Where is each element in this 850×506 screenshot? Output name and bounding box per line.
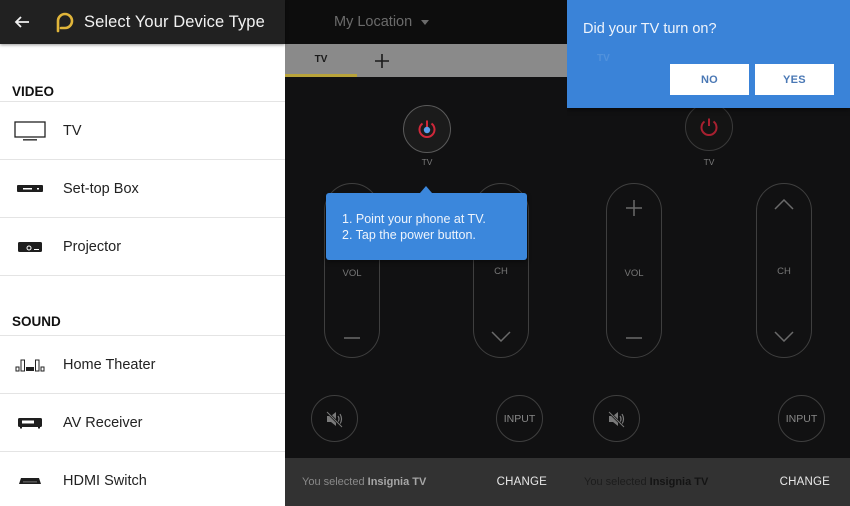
power-icon	[418, 120, 436, 138]
list-item-home-theater[interactable]: Home Theater	[0, 336, 285, 394]
change-device-button[interactable]: CHANGE	[780, 476, 830, 488]
tooltip-step-2: 2. Tap the power button.	[342, 227, 476, 242]
list-item-tv[interactable]: TV	[0, 102, 285, 160]
add-tab-button[interactable]	[357, 53, 407, 68]
selected-device-text: You selected Insignia TV	[584, 476, 708, 488]
device-type-panel: Select Your Device Type VIDEO TV Set-top…	[0, 0, 285, 506]
ch-label: CH	[494, 266, 508, 277]
vol-label: VOL	[342, 268, 362, 279]
list-item-label: Home Theater	[63, 356, 156, 373]
mute-icon	[325, 410, 343, 428]
volume-down-button[interactable]	[325, 336, 379, 340]
section-header-video: VIDEO	[12, 84, 55, 99]
power-button[interactable]	[403, 105, 451, 153]
volume-rocker[interactable]: VOL	[606, 183, 662, 358]
input-button[interactable]: INPUT	[496, 395, 543, 442]
volume-down-button[interactable]	[607, 336, 661, 340]
ch-label: CH	[777, 266, 791, 277]
yes-button[interactable]: YES	[755, 64, 834, 95]
video-device-list: TV Set-top Box Projector	[0, 101, 285, 276]
change-device-button[interactable]: CHANGE	[497, 476, 547, 488]
instruction-tooltip: 1. Point your phone at TV. 2. Tap the po…	[326, 186, 527, 260]
chevron-up-icon	[774, 199, 794, 210]
set-top-box-icon	[17, 184, 43, 192]
back-button[interactable]	[0, 0, 44, 44]
selected-prefix: You selected	[584, 476, 650, 488]
app-bar: Select Your Device Type	[0, 0, 285, 44]
power-label: TV	[421, 157, 433, 167]
list-item-label: AV Receiver	[63, 414, 143, 431]
power-icon	[700, 118, 718, 136]
list-item-set-top-box[interactable]: Set-top Box	[0, 160, 285, 218]
projector-icon	[18, 241, 42, 252]
list-item-label: Projector	[63, 238, 122, 255]
selected-device-name: Insignia TV	[649, 476, 709, 488]
selected-device-name: Insignia TV	[367, 476, 427, 488]
tooltip-step-1: 1. Point your phone at TV.	[342, 212, 486, 226]
confirm-panel: TV Did your TV turn on? NO YES TV VOL CH	[567, 0, 850, 506]
plus-icon	[626, 200, 642, 216]
caret-down-icon[interactable]	[421, 19, 430, 25]
device-tab-bar: TV	[285, 44, 567, 77]
plus-icon	[375, 53, 389, 68]
selected-device-text: You selected Insignia TV	[302, 476, 426, 488]
chevron-down-icon	[491, 331, 511, 342]
tv-on-confirm-dialog: TV Did your TV turn on? NO YES	[567, 0, 850, 108]
channel-down-button[interactable]	[757, 331, 811, 342]
power-button[interactable]	[685, 103, 733, 151]
channel-down-button[interactable]	[474, 331, 528, 342]
hdmi-switch-icon	[19, 477, 41, 484]
section-header-sound: SOUND	[12, 314, 61, 329]
mute-icon	[607, 410, 625, 428]
selected-device-bar: You selected Insignia TV CHANGE	[285, 458, 567, 506]
list-item-hdmi-switch[interactable]: HDMI Switch	[0, 452, 285, 506]
chevron-down-icon	[774, 331, 794, 342]
peel-logo-icon	[56, 12, 74, 33]
av-receiver-icon	[18, 417, 42, 428]
page-title: Select Your Device Type	[84, 12, 265, 31]
vol-label: VOL	[624, 268, 644, 279]
input-button[interactable]: INPUT	[778, 395, 825, 442]
selected-prefix: You selected	[302, 476, 368, 488]
list-item-av-receiver[interactable]: AV Receiver	[0, 394, 285, 452]
no-button[interactable]: NO	[670, 64, 749, 95]
list-item-label: TV	[63, 122, 82, 139]
arrow-left-icon	[14, 16, 29, 28]
dialog-question: Did your TV turn on?	[583, 21, 717, 37]
sound-device-list: Home Theater AV Receiver HDMI Switch	[0, 335, 285, 506]
input-label: INPUT	[785, 412, 818, 425]
tab-tv[interactable]: TV	[285, 44, 357, 77]
channel-rocker[interactable]: CH	[756, 183, 812, 358]
home-theater-icon	[15, 359, 45, 371]
remote-panel: My Location TV TV VOL CH INPUT 1. Point …	[285, 0, 567, 506]
location-selector[interactable]: My Location	[334, 14, 412, 30]
channel-up-button[interactable]	[757, 199, 811, 210]
tv-icon	[14, 120, 46, 141]
list-item-projector[interactable]: Projector	[0, 218, 285, 276]
mute-button[interactable]	[311, 395, 358, 442]
remote-top-bar: My Location	[285, 0, 567, 44]
mute-button[interactable]	[593, 395, 640, 442]
selected-device-bar: You selected Insignia TV CHANGE	[567, 458, 850, 506]
list-item-label: HDMI Switch	[63, 472, 147, 489]
power-label: TV	[703, 157, 715, 167]
minus-icon	[626, 337, 642, 339]
minus-icon	[344, 337, 360, 339]
ghost-tab-tv: TV	[597, 53, 610, 64]
volume-up-button[interactable]	[607, 200, 661, 216]
list-item-label: Set-top Box	[63, 180, 139, 197]
input-label: INPUT	[503, 412, 536, 425]
